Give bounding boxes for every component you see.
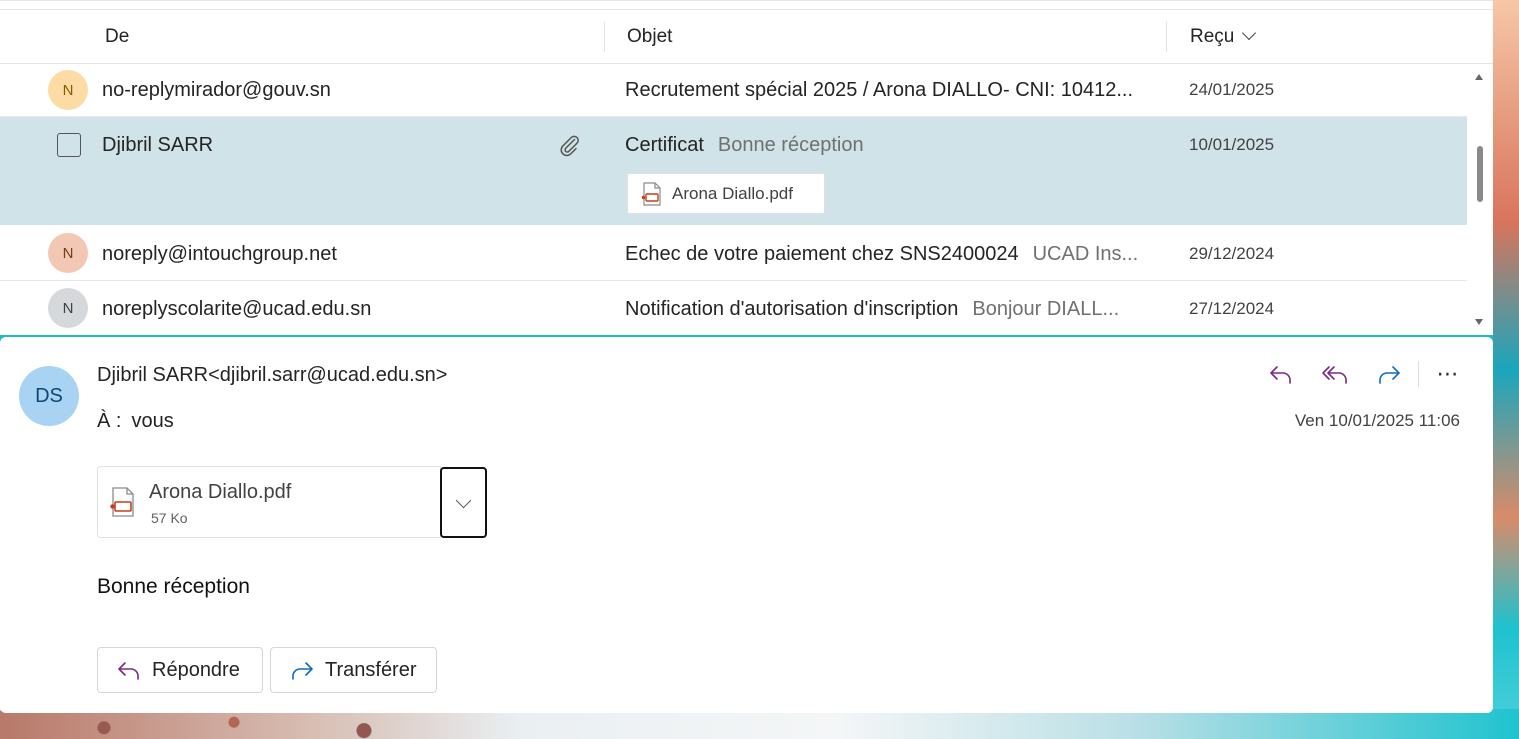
message-actions: ⋯ — [1242, 359, 1463, 389]
scroll-up-arrow-icon[interactable] — [1475, 74, 1483, 80]
select-checkbox[interactable] — [57, 133, 81, 157]
reply-icon[interactable] — [1266, 359, 1296, 389]
attachment-card[interactable]: Arona Diallo.pdf 57 Ko — [97, 466, 441, 538]
list-item[interactable]: N no-replymirador@gouv.sn Recrutement sp… — [0, 64, 1467, 117]
message-list: De Objet Reçu N no-replymirador@gouv.sn … — [0, 0, 1493, 335]
avatar: N — [48, 70, 88, 110]
scroll-down-arrow-icon[interactable] — [1475, 319, 1483, 325]
to-value[interactable]: vous — [131, 410, 173, 432]
received-date: 29/12/2024 — [1189, 244, 1275, 263]
chevron-down-icon — [455, 492, 472, 508]
attachment-name: Arona Diallo.pdf — [149, 481, 292, 503]
forward-button-label: Transférer — [325, 658, 417, 681]
column-separator[interactable] — [604, 22, 605, 52]
pdf-file-icon — [642, 181, 661, 206]
preview: Bonjour DIALL... — [972, 298, 1120, 320]
recipient-line: À : vous — [97, 410, 174, 433]
sender-name: noreply@intouchgroup.net — [102, 243, 337, 265]
preview: UCAD Ins... — [1032, 243, 1139, 265]
desktop-background-right — [1493, 0, 1519, 739]
to-label: À : — [97, 410, 122, 432]
sender-name: Djibril SARR — [102, 134, 214, 156]
list-item-selected[interactable]: Djibril SARR Certificat Bonne réception 1… — [0, 117, 1467, 225]
list-item[interactable]: N noreplyscolarite@ucad.edu.sn Notificat… — [0, 281, 1467, 335]
subject: Echec de votre paiement chez SNS2400024 — [625, 243, 1019, 265]
preview: Bonne réception — [717, 134, 864, 156]
forward-icon[interactable] — [1374, 359, 1404, 389]
sort-chevron-icon — [1242, 25, 1257, 41]
reply-icon — [118, 662, 139, 680]
sender-avatar[interactable]: DS — [19, 366, 79, 426]
subject-line: Notification d'autorisation d'inscriptio… — [625, 298, 1119, 321]
sender-name: no-replymirador@gouv.sn — [102, 79, 331, 101]
subject: Notification d'autorisation d'inscriptio… — [625, 298, 959, 320]
more-icon[interactable]: ⋯ — [1433, 359, 1463, 389]
column-separator[interactable] — [1166, 22, 1167, 52]
reply-button[interactable]: Répondre — [97, 647, 263, 693]
received-date: 24/01/2025 — [1189, 80, 1275, 99]
attachment-chip-label: Arona Diallo.pdf — [672, 183, 793, 203]
pdf-file-icon — [110, 487, 134, 517]
reading-pane: DS Djibril SARR<djibril.sarr@ucad.edu.sn… — [0, 337, 1493, 713]
list-item[interactable]: N noreply@intouchgroup.net Echec de votr… — [0, 226, 1467, 281]
avatar: N — [48, 233, 88, 273]
sender-address[interactable]: Djibril SARR<djibril.sarr@ucad.edu.sn> — [97, 364, 447, 387]
column-received[interactable]: Reçu — [1190, 25, 1257, 48]
avatar: N — [48, 288, 88, 328]
attachment-size: 57 Ko — [151, 510, 188, 526]
paperclip-icon — [560, 135, 579, 157]
subject-line: Certificat Bonne réception — [625, 134, 864, 157]
forward-button[interactable]: Transférer — [270, 647, 437, 693]
sender-name: noreplyscolarite@ucad.edu.sn — [102, 298, 372, 320]
column-from[interactable]: De — [105, 26, 129, 48]
received-date: 10/01/2025 — [1189, 135, 1275, 154]
subject-line: Echec de votre paiement chez SNS2400024 U… — [625, 243, 1138, 266]
list-scrollbar[interactable] — [1467, 64, 1493, 335]
message-body: Bonne réception — [97, 575, 250, 598]
scrollbar-thumb[interactable] — [1477, 146, 1483, 202]
message-datetime: Ven 10/01/2025 11:06 — [1294, 411, 1460, 430]
reply-all-icon[interactable] — [1320, 359, 1350, 389]
subject: Recrutement spécial 2025 / Arona DIALLO-… — [625, 79, 1134, 101]
attachment-chip[interactable]: Arona Diallo.pdf — [627, 173, 825, 214]
column-header: De Objet Reçu — [0, 10, 1493, 64]
desktop-background-rocks — [0, 711, 520, 739]
subject: Certificat — [625, 134, 704, 156]
list-top-strip — [0, 1, 1493, 10]
actions-divider — [1418, 361, 1419, 387]
column-received-label: Reçu — [1190, 26, 1235, 47]
reply-button-label: Répondre — [152, 658, 240, 681]
attachment-menu-button[interactable] — [440, 467, 487, 538]
received-date: 27/12/2024 — [1189, 299, 1275, 318]
column-subject[interactable]: Objet — [627, 26, 672, 48]
forward-icon — [292, 662, 313, 680]
